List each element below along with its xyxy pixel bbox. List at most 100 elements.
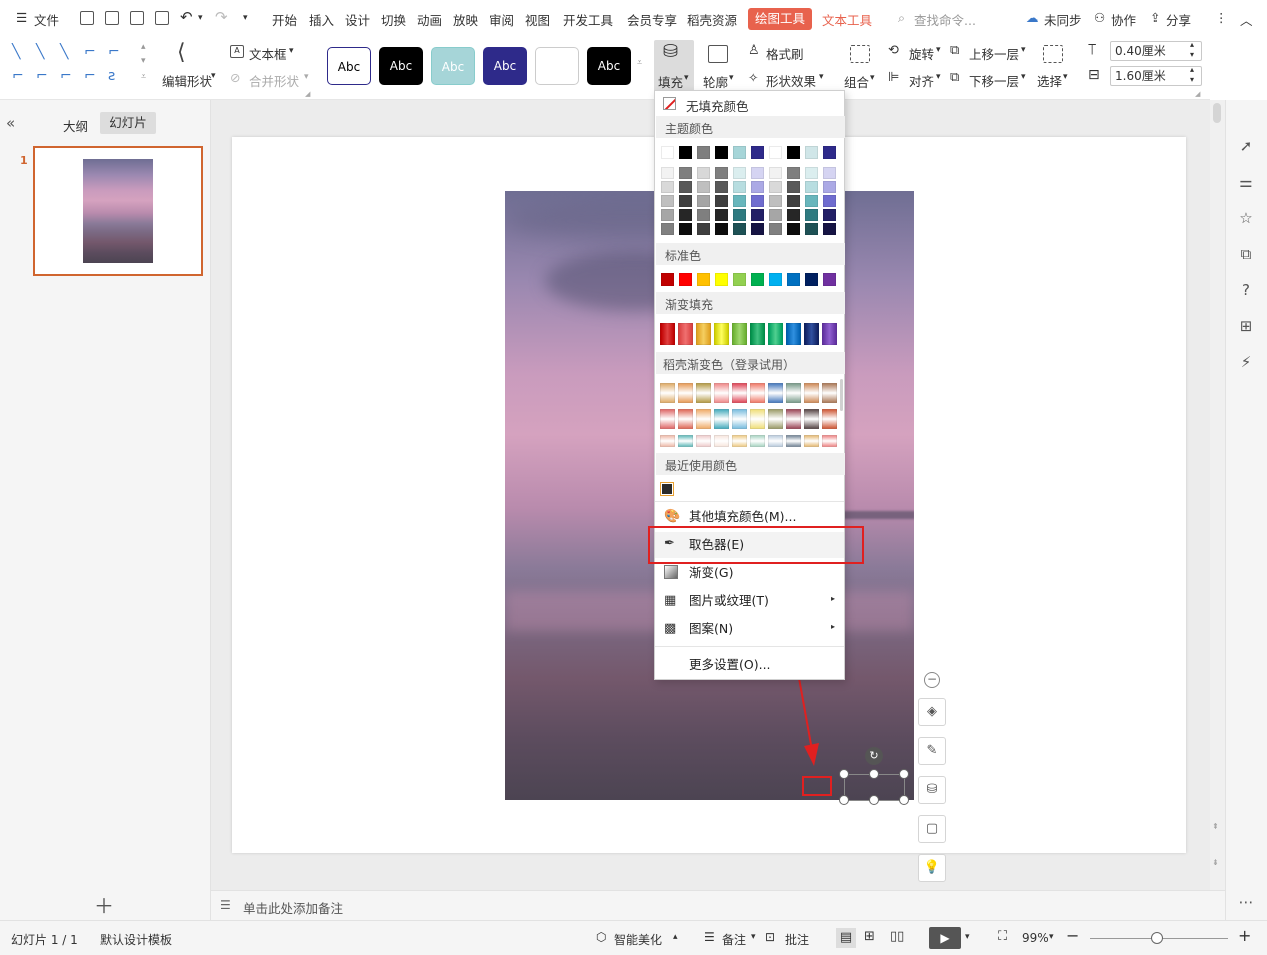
group-button[interactable]: 组合	[844, 72, 869, 91]
theme-shade-swatch[interactable]	[679, 195, 692, 207]
style-preset-5[interactable]	[535, 47, 579, 85]
theme-shade-swatch[interactable]	[823, 195, 836, 207]
rotate-dropdown-icon[interactable]: ▾	[936, 45, 941, 55]
theme-shade-swatch[interactable]	[751, 195, 764, 207]
lightbulb-icon[interactable]: 💡	[918, 854, 946, 882]
theme-shade-swatch[interactable]	[733, 209, 746, 221]
tab-9[interactable]: 会员专享	[627, 10, 677, 29]
docer-gradient-swatch[interactable]	[822, 409, 837, 429]
style-gallery-more-icon[interactable]: ⩡	[637, 58, 642, 68]
tab-6[interactable]: 审阅	[489, 10, 514, 29]
theme-shade-swatch[interactable]	[733, 181, 746, 193]
rotate-handle-icon[interactable]: ↻	[865, 747, 883, 765]
docer-gradient-swatch[interactable]	[804, 383, 819, 403]
undo-icon[interactable]: ↶	[180, 8, 193, 26]
gradient-fill-swatch[interactable]	[750, 323, 765, 345]
zoom-in-icon[interactable]: +	[1238, 926, 1251, 945]
sync-status-button[interactable]: 未同步	[1044, 10, 1082, 29]
theme-shade-swatch[interactable]	[787, 209, 800, 221]
connector-shape[interactable]: ⌐	[36, 69, 48, 83]
docer-gradient-swatch[interactable]	[804, 435, 819, 447]
theme-shade-swatch[interactable]	[679, 167, 692, 179]
theme-color-swatch[interactable]	[661, 146, 674, 159]
tab-outline[interactable]: 大纲	[63, 116, 88, 135]
theme-shade-swatch[interactable]	[823, 209, 836, 221]
theme-shade-swatch[interactable]	[679, 223, 692, 235]
tab-0[interactable]: 开始	[272, 10, 297, 29]
docer-gradient-swatch[interactable]	[660, 409, 675, 429]
notes-dropdown-icon[interactable]: ▾	[751, 932, 756, 942]
edit-shape-button[interactable]: 编辑形状	[162, 71, 212, 90]
theme-shade-swatch[interactable]	[697, 223, 710, 235]
theme-shade-swatch[interactable]	[805, 195, 818, 207]
shape-effects-dropdown-icon[interactable]: ▾	[819, 72, 824, 82]
tab-7[interactable]: 视图	[525, 10, 550, 29]
recent-color-swatch[interactable]	[660, 482, 674, 496]
gallery-expand-icon[interactable]: ⩡	[141, 72, 146, 82]
theme-shade-swatch[interactable]	[661, 167, 674, 179]
docer-gradient-swatch[interactable]	[696, 435, 711, 447]
line-shape[interactable]: ╲	[36, 45, 44, 59]
theme-shade-swatch[interactable]	[697, 195, 710, 207]
theme-shade-swatch[interactable]	[769, 209, 782, 221]
canvas-scrollbar[interactable]	[1210, 100, 1225, 890]
tab-text-tools[interactable]: 文本工具	[822, 10, 872, 29]
theme-color-swatch[interactable]	[715, 146, 728, 159]
select-dropdown-icon[interactable]: ▾	[1063, 72, 1068, 82]
connector-shape[interactable]: ⌐	[84, 69, 96, 83]
connector-shape[interactable]: ƨ	[108, 69, 115, 83]
ai-icon[interactable]: ⚡	[1236, 352, 1256, 372]
height-spin-up-icon[interactable]: ▴	[1190, 40, 1194, 49]
resize-handle[interactable]	[839, 795, 849, 805]
docer-gradient-swatch[interactable]	[678, 409, 693, 429]
docer-gradient-swatch[interactable]	[768, 435, 783, 447]
outline-dropdown-icon[interactable]: ▾	[729, 73, 734, 83]
notes-bar[interactable]: ☰ 单击此处添加备注	[211, 890, 1225, 920]
more-sidebar-icon[interactable]: ⋯	[1236, 892, 1256, 912]
textbox-button[interactable]: 文本框	[249, 44, 287, 63]
print-preview-icon[interactable]	[155, 11, 169, 25]
style-preset-6[interactable]: Abc	[587, 47, 631, 85]
layers-icon[interactable]: ◈	[918, 698, 946, 726]
docer-gradient-swatch[interactable]	[732, 409, 747, 429]
shape-width-input[interactable]: 1.60厘米	[1110, 66, 1202, 86]
standard-color-swatch[interactable]	[679, 273, 692, 286]
theme-shade-swatch[interactable]	[679, 209, 692, 221]
theme-shade-swatch[interactable]	[697, 167, 710, 179]
gradient-fill-swatch[interactable]	[804, 323, 819, 345]
rotate-button[interactable]: 旋转	[909, 44, 934, 63]
theme-shade-swatch[interactable]	[661, 181, 674, 193]
docer-gradient-swatch[interactable]	[750, 383, 765, 403]
reading-view-icon[interactable]: ▯▯	[890, 929, 904, 944]
theme-shade-swatch[interactable]	[751, 167, 764, 179]
theme-shade-swatch[interactable]	[661, 195, 674, 207]
docer-gradient-swatch[interactable]	[714, 383, 729, 403]
tab-drawing-tools[interactable]: 绘图工具	[748, 8, 812, 30]
docer-gradient-swatch[interactable]	[786, 383, 801, 403]
theme-shade-swatch[interactable]	[715, 181, 728, 193]
send-backward-button[interactable]: 下移一层	[969, 71, 1019, 90]
print-icon[interactable]	[130, 11, 144, 25]
normal-view-icon[interactable]: ▤	[836, 928, 856, 948]
fit-window-icon[interactable]: ⛶	[998, 929, 1007, 944]
docer-gradient-swatch[interactable]	[750, 409, 765, 429]
theme-shade-swatch[interactable]	[805, 181, 818, 193]
connector-shape[interactable]: ⌐	[12, 69, 24, 83]
docer-gradient-swatch[interactable]	[768, 383, 783, 403]
theme-shade-swatch[interactable]	[733, 223, 746, 235]
no-fill-option[interactable]: 无填充颜色	[686, 96, 749, 115]
collapse-ribbon-icon[interactable]: ︿	[1240, 10, 1253, 29]
theme-shade-swatch[interactable]	[733, 167, 746, 179]
theme-shade-swatch[interactable]	[769, 167, 782, 179]
theme-shade-swatch[interactable]	[715, 209, 728, 221]
gradient-fill-swatch[interactable]	[822, 323, 837, 345]
theme-shade-swatch[interactable]	[751, 181, 764, 193]
select-button[interactable]: 选择	[1037, 71, 1062, 90]
gradient-fill-swatch[interactable]	[714, 323, 729, 345]
theme-shade-swatch[interactable]	[787, 181, 800, 193]
style-preset-1[interactable]: Abc	[327, 47, 371, 85]
theme-shade-swatch[interactable]	[805, 167, 818, 179]
customize-toolbar-icon[interactable]: ▾	[243, 13, 248, 23]
adjust-icon[interactable]: ⚌	[1236, 172, 1256, 192]
more-settings-option[interactable]: 更多设置(O)...	[655, 652, 844, 678]
